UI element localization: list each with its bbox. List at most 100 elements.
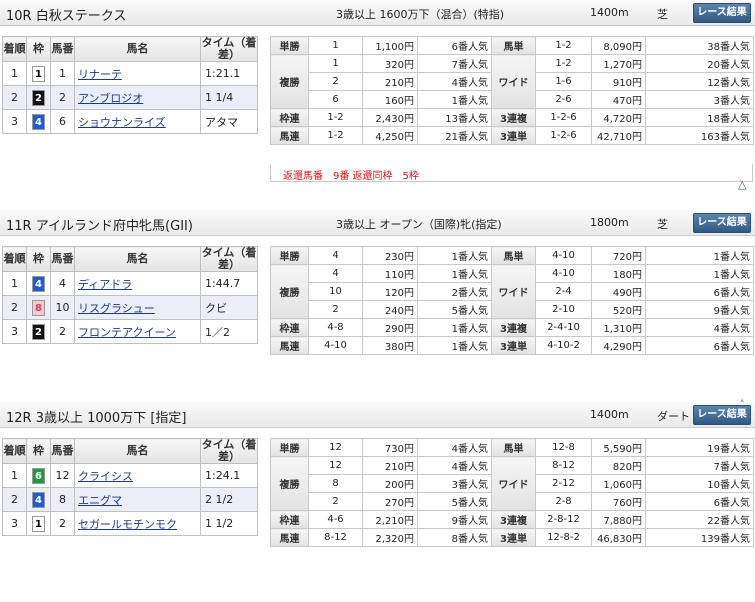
payout-amount: 240円	[362, 300, 418, 319]
race-result-button[interactable]: レース結果	[693, 405, 751, 425]
refund-note: 返還馬番 9番 返還同枠 5枠	[270, 164, 753, 182]
race-distance: 1400m	[590, 408, 629, 421]
finish-time: クビ	[200, 295, 258, 320]
popularity: 22番人気	[645, 510, 754, 529]
bet-type-label: 複勝	[270, 54, 309, 109]
payout-row: 単勝 1 1,100円 6番人気 馬単 1-2 8,090円 38番人気	[270, 36, 754, 55]
payout-amount: 1,060円	[591, 474, 646, 493]
payout-row: 複勝 1 320円 7番人気 ワイド 1-2 1,270円 20番人気	[270, 54, 754, 109]
race-result-button[interactable]: レース結果	[693, 213, 751, 233]
popularity: 163番人気	[645, 126, 754, 145]
payout-table: 単勝 12 730円 4番人気 馬単 12-8 5,590円 19番人気 複勝 12 210円 4番人…	[270, 438, 754, 547]
back-to-top-icon[interactable]: △	[738, 178, 746, 191]
horse-name-link[interactable]: フロンテアクイーン	[75, 326, 176, 339]
payout-row: 単勝 4 230円 1番人気 馬単 4-10 720円 1番人気	[270, 246, 754, 265]
race-surface: 芝	[657, 218, 668, 231]
race-conditions: 3歳以上 1600万下（混合）(特指)	[336, 8, 505, 21]
popularity: 4番人気	[417, 456, 492, 475]
finish-position: 3	[2, 109, 27, 134]
result-row: 1 1 1 リナーテ 1:21.1	[2, 61, 258, 86]
horse-name-link[interactable]: リナーテ	[75, 68, 122, 81]
waku-badge: 2	[32, 89, 45, 106]
combo: 8	[308, 474, 363, 493]
payout-amount: 760円	[591, 492, 646, 511]
bet-type-label: 枠連	[270, 318, 309, 337]
result-row: 3 4 6 ショウナンライズ アタマ	[2, 109, 258, 134]
payout-amount: 7,880円	[591, 510, 646, 529]
combo: 1-2	[535, 54, 592, 73]
result-row: 2 2 2 アンブロジオ 1 1/4	[2, 85, 258, 110]
result-table: 着順枠馬番 馬名 タイム（着差） 1 1 1 リナーテ 1:21.1 2 2 2 アンブロジオ 1 1/…	[2, 36, 258, 134]
finish-position: 3	[2, 511, 27, 536]
combo: 1	[308, 54, 363, 73]
popularity: 3番人気	[645, 90, 754, 109]
col-header-number: 馬番	[50, 246, 75, 272]
combo: 1-6	[535, 72, 592, 91]
horse-number: 8	[50, 487, 75, 512]
race-distance: 1400m	[590, 6, 629, 19]
col-header-waku: 枠	[26, 246, 51, 272]
result-row: 2 8 10 リスグラシュー クビ	[2, 295, 258, 320]
popularity: 12番人気	[645, 72, 754, 91]
combo: 1-2	[535, 36, 592, 55]
bet-type-label: 単勝	[270, 438, 309, 457]
payout-amount: 380円	[362, 336, 418, 355]
payout-amount: 910円	[591, 72, 646, 91]
horse-name-link[interactable]: ディアドラ	[75, 278, 132, 291]
payout-amount: 720円	[591, 246, 646, 265]
bet-type-label: 3連単	[491, 336, 536, 355]
race-result-button[interactable]: レース結果	[693, 3, 751, 23]
horse-name-link[interactable]: ショウナンライズ	[75, 116, 166, 129]
bet-type-label: 3連単	[491, 126, 536, 145]
horse-number: 2	[50, 319, 75, 344]
payout-row: 馬連 1-2 4,250円 21番人気 3連単 1-2-6 42,710円 163番人気	[270, 126, 754, 145]
payout-amount: 160円	[362, 90, 418, 109]
finish-position: 1	[2, 463, 27, 488]
combo: 1	[308, 36, 363, 55]
bet-type-label: 3連複	[491, 318, 536, 337]
combo: 4-6	[308, 510, 363, 529]
popularity: 6番人気	[645, 492, 754, 511]
horse-number: 10	[50, 295, 75, 320]
combo: 12-8-2	[535, 528, 592, 547]
combo: 6	[308, 90, 363, 109]
result-row: 1 4 4 ディアドラ 1:44.7	[2, 271, 258, 296]
finish-time: 1:44.7	[200, 271, 258, 296]
payout-amount: 210円	[362, 456, 418, 475]
horse-name-link[interactable]: エニグマ	[75, 494, 122, 507]
combo: 1-2-6	[535, 126, 592, 145]
horse-name-link[interactable]: クライシス	[75, 470, 133, 483]
payout-amount: 320円	[362, 54, 418, 73]
payout-amount: 470円	[591, 90, 646, 109]
popularity: 1番人気	[417, 246, 492, 265]
popularity: 7番人気	[417, 54, 492, 73]
race-surface: 芝	[657, 8, 668, 21]
combo: 2-12	[535, 474, 592, 493]
bet-type-label: 3連単	[491, 528, 536, 547]
payout-amount: 820円	[591, 456, 646, 475]
combo: 2-10	[535, 300, 592, 319]
horse-number: 6	[50, 109, 75, 134]
combo: 2-4-10	[535, 318, 592, 337]
payout-amount: 5,590円	[591, 438, 646, 457]
combo: 12	[308, 438, 363, 457]
combo: 4	[308, 246, 363, 265]
payout-amount: 1,100円	[362, 36, 418, 55]
col-header-number: 馬番	[50, 36, 75, 62]
race-title: 10R 白秋ステークス	[6, 9, 127, 24]
waku-badge: 8	[32, 299, 45, 316]
combo: 10	[308, 282, 363, 301]
finish-position: 2	[2, 85, 27, 110]
popularity: 6番人気	[417, 36, 492, 55]
popularity: 8番人気	[417, 528, 492, 547]
horse-name-link[interactable]: セガールモチンモク	[75, 518, 177, 531]
combo: 1-2-6	[535, 108, 592, 127]
payout-amount: 200円	[362, 474, 418, 493]
bet-type-label: 単勝	[270, 36, 309, 55]
race-header: 11R アイルランド府中牝馬(GII) 3歳以上 オープン（国際)牝(指定) 180…	[0, 210, 755, 236]
horse-name-link[interactable]: リスグラシュー	[75, 302, 155, 315]
combo: 2-6	[535, 90, 592, 109]
bet-type-label: 枠連	[270, 510, 309, 529]
horse-name-link[interactable]: アンブロジオ	[75, 92, 143, 105]
race-title: 12R 3歳以上 1000万下 [指定]	[6, 411, 187, 426]
